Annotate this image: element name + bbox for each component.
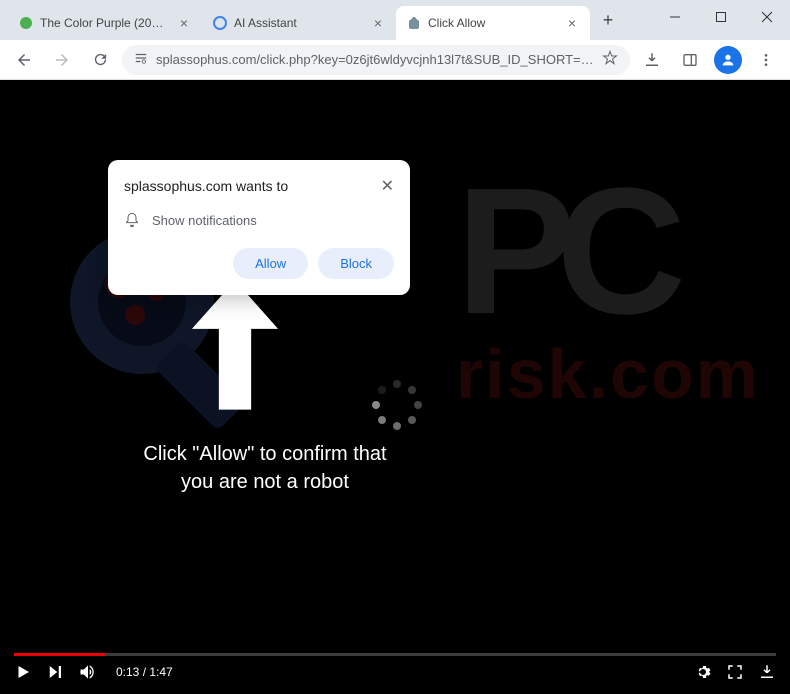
- browser-window: The Color Purple (2023) YI × AI Assistan…: [0, 0, 790, 694]
- loading-spinner-icon: [372, 380, 422, 430]
- side-panel-button[interactable]: [674, 44, 706, 76]
- watermark-text: PC risk.com: [456, 180, 760, 414]
- new-tab-button[interactable]: +: [594, 6, 622, 34]
- url-input[interactable]: splassophus.com/click.php?key=0z6jt6wldy…: [122, 45, 630, 75]
- arrow-up-icon: [180, 275, 290, 420]
- forward-button: [46, 44, 78, 76]
- titlebar: The Color Purple (2023) YI × AI Assistan…: [0, 0, 790, 40]
- page-content: PC risk.com Click "Allow" to confirm tha…: [0, 80, 790, 694]
- tab-label: AI Assistant: [234, 16, 364, 30]
- permission-title: splassophus.com wants to: [124, 178, 288, 194]
- close-icon[interactable]: ×: [564, 15, 580, 31]
- minimize-button[interactable]: [652, 0, 698, 34]
- url-text: splassophus.com/click.php?key=0z6jt6wldy…: [156, 52, 594, 67]
- scam-message: Click "Allow" to confirm that you are no…: [125, 440, 405, 496]
- tab-1[interactable]: AI Assistant ×: [202, 6, 396, 40]
- favicon-icon: [406, 15, 422, 31]
- block-button[interactable]: Block: [318, 248, 394, 279]
- volume-button[interactable]: [78, 662, 98, 682]
- close-icon[interactable]: ×: [370, 15, 386, 31]
- back-button[interactable]: [8, 44, 40, 76]
- site-settings-icon[interactable]: [134, 51, 148, 68]
- settings-button[interactable]: [694, 663, 712, 681]
- address-bar: splassophus.com/click.php?key=0z6jt6wldy…: [0, 40, 790, 80]
- downloads-button[interactable]: [636, 44, 668, 76]
- download-video-button[interactable]: [758, 663, 776, 681]
- next-button[interactable]: [46, 663, 64, 681]
- allow-button[interactable]: Allow: [233, 248, 308, 279]
- play-button[interactable]: [14, 663, 32, 681]
- tab-2[interactable]: Click Allow ×: [396, 6, 590, 40]
- bookmark-star-icon[interactable]: [602, 50, 618, 69]
- window-controls: [652, 0, 790, 34]
- watermark-risk: risk.com: [456, 334, 760, 414]
- watermark-pc: PC: [456, 180, 760, 324]
- permission-item-label: Show notifications: [152, 213, 257, 228]
- close-icon[interactable]: ✕: [381, 176, 394, 196]
- video-control-bar: 0:13 / 1:47: [0, 650, 790, 694]
- favicon-icon: [18, 15, 34, 31]
- reload-button[interactable]: [84, 44, 116, 76]
- bell-icon: [124, 212, 140, 228]
- profile-button[interactable]: [712, 44, 744, 76]
- tab-label: The Color Purple (2023) YI: [40, 16, 170, 30]
- close-icon[interactable]: ×: [176, 15, 192, 31]
- favicon-icon: [212, 15, 228, 31]
- tab-label: Click Allow: [428, 16, 558, 30]
- permission-dialog: splassophus.com wants to ✕ Show notifica…: [108, 160, 410, 295]
- tab-strip: The Color Purple (2023) YI × AI Assistan…: [8, 6, 622, 40]
- tab-0[interactable]: The Color Purple (2023) YI ×: [8, 6, 202, 40]
- fullscreen-button[interactable]: [726, 663, 744, 681]
- video-time: 0:13 / 1:47: [116, 665, 173, 679]
- maximize-button[interactable]: [698, 0, 744, 34]
- close-window-button[interactable]: [744, 0, 790, 34]
- menu-button[interactable]: [750, 44, 782, 76]
